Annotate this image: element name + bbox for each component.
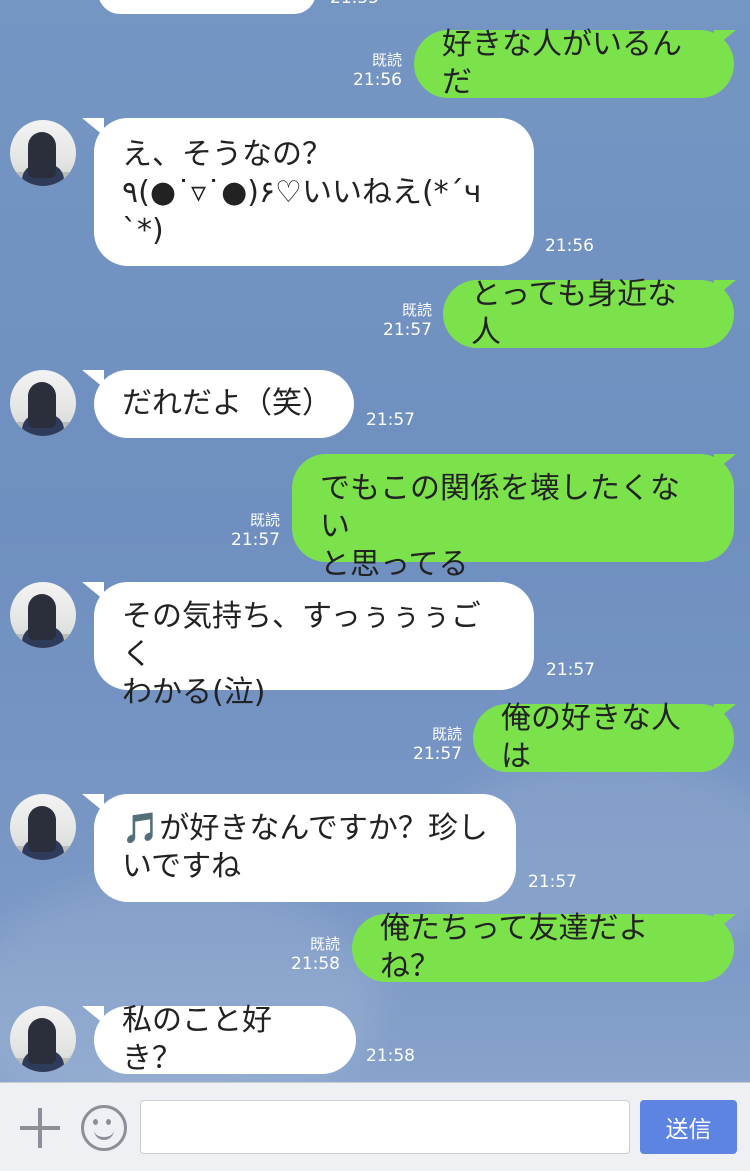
bubble-tail: [82, 582, 104, 600]
bubble-tail: [714, 454, 736, 472]
message-text-line: いですね: [122, 849, 242, 884]
smiley-mouth: [94, 1125, 114, 1140]
incoming-message-bubble[interactable]: 私のこと好き？: [94, 1003, 356, 1076]
message-meta: 既読 21:56: [336, 50, 402, 90]
message-text: だれだよ（笑）: [122, 386, 332, 421]
message-time: 21:57: [528, 872, 577, 892]
outgoing-message-bubble[interactable]: 俺たちって友達だよね？: [352, 911, 734, 984]
message-text-line: 🎵が好きなんですか？珍し: [122, 811, 488, 846]
incoming-message-bubble[interactable]: 🎵が好きなんですか？珍し いですね: [94, 794, 516, 902]
message-time: 21:57: [413, 744, 462, 764]
message-time: 21:57: [383, 320, 432, 340]
message-time: 21:58: [366, 1046, 415, 1066]
message-text-line: と思ってる: [320, 547, 469, 582]
message-text-line: でもこの関係を壊したくない: [320, 471, 680, 544]
read-receipt: 既読: [309, 935, 340, 953]
smiley-icon[interactable]: [81, 1105, 127, 1151]
message-text: 好きな人がいるんだ: [442, 27, 682, 100]
message-text: 俺の好きな人は: [501, 701, 681, 774]
avatar[interactable]: [10, 794, 76, 860]
message-time: 21:57: [546, 660, 595, 680]
avatar[interactable]: [10, 120, 76, 186]
bubble-tail: [714, 704, 736, 722]
send-button[interactable]: 送信: [640, 1100, 737, 1154]
message-text-line: え、そうなの？: [122, 137, 332, 172]
read-receipt: 既読: [401, 301, 432, 319]
avatar[interactable]: [10, 370, 76, 436]
message-meta: 既読 21:57: [366, 300, 432, 340]
message-time: 21:57: [366, 410, 415, 430]
message-meta: 既読 21:57: [214, 510, 280, 550]
message-text-line: ٩(●˙▿˙●)۶♡いいねえ(*´ч: [122, 175, 482, 210]
message-text-line: `*): [122, 213, 164, 248]
bubble-tail: [82, 794, 104, 812]
outgoing-message-bubble[interactable]: とっても身近な人: [443, 277, 734, 350]
message-input[interactable]: [140, 1100, 630, 1154]
message-text-line: その気持ち、すっぅぅぅごく: [122, 599, 481, 672]
message-text: 俺たちって友達だよね？: [380, 911, 649, 984]
message-text: 私のこと好き？: [122, 1003, 272, 1076]
message-meta: 既読 21:57: [396, 724, 462, 764]
bubble-tail: [82, 370, 104, 388]
incoming-message-bubble[interactable]: [98, 0, 316, 14]
chat-area[interactable]: 21:55 既読 21:56 好きな人がいるんだ え、そうなの？ ٩(●˙▿˙●…: [0, 0, 750, 1082]
incoming-message-bubble[interactable]: え、そうなの？ ٩(●˙▿˙●)۶♡いいねえ(*´ч `*): [94, 118, 534, 266]
message-time: 21:58: [291, 954, 340, 974]
avatar[interactable]: [10, 1006, 76, 1072]
read-receipt: 既読: [371, 51, 402, 69]
message-text: とっても身近な人: [471, 277, 678, 350]
read-receipt: 既読: [431, 725, 462, 743]
outgoing-message-bubble[interactable]: 俺の好きな人は: [473, 701, 734, 774]
bubble-tail: [82, 1006, 104, 1024]
read-receipt: 既読: [249, 511, 280, 529]
incoming-message-bubble[interactable]: その気持ち、すっぅぅぅごく わかる(泣): [94, 582, 534, 710]
bubble-tail: [714, 914, 736, 932]
message-meta: 既読 21:58: [274, 934, 340, 974]
message-time: 21:56: [353, 70, 402, 90]
message-input-bar: 送信: [0, 1082, 750, 1171]
avatar[interactable]: [10, 582, 76, 648]
message-time: 21:55: [330, 0, 379, 8]
plus-icon[interactable]: [20, 1108, 60, 1148]
message-time: 21:56: [545, 236, 594, 256]
message-time: 21:57: [231, 530, 280, 550]
incoming-message-bubble[interactable]: だれだよ（笑）: [94, 370, 354, 438]
bubble-tail: [82, 118, 104, 136]
message-text-line: わかる(泣): [122, 675, 266, 710]
bubble-tail: [714, 30, 736, 48]
bubble-tail: [714, 280, 736, 298]
outgoing-message-bubble[interactable]: 好きな人がいるんだ: [414, 27, 734, 100]
outgoing-message-bubble[interactable]: でもこの関係を壊したくない と思ってる: [292, 454, 734, 582]
